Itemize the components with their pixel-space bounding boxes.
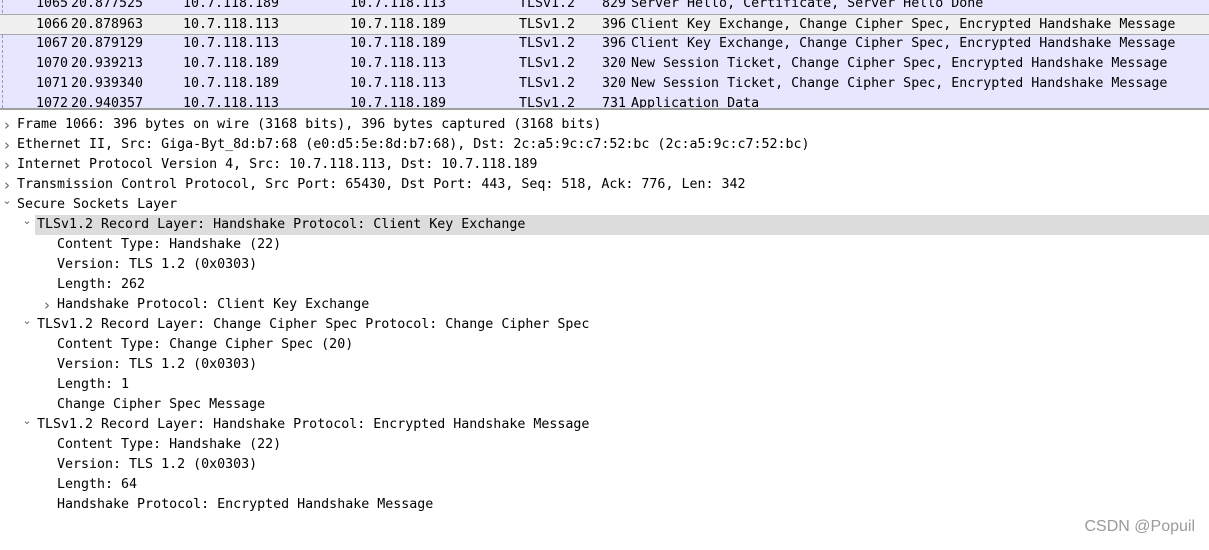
detail-text: Version: TLS 1.2 (0x0303) [57, 357, 258, 372]
detail-row[interactable]: ⌄ TLSv1.2 Record Layer: Handshake Protoco… [0, 414, 1209, 435]
packet-proto: TLSv1.2 [519, 96, 576, 110]
detail-text: Handshake Protocol: Client Key Exchange [57, 297, 370, 312]
packet-proto: TLSv1.2 [519, 17, 576, 32]
detail-text: Ethernet II, Src: Giga-Byt_8d:b7:68 (e0:… [17, 137, 810, 152]
packet-src: 10.7.118.189 [183, 56, 280, 71]
detail-row[interactable]: ⌄ Secure Sockets Layer [0, 194, 1209, 215]
packet-src: 10.7.118.113 [183, 17, 280, 32]
packet-len: 396 [601, 36, 626, 51]
packet-no: 1071 [35, 76, 68, 91]
packet-no: 1067 [35, 36, 68, 51]
chevron-right-icon[interactable]: › [1, 155, 13, 175]
detail-text: TLSv1.2 Record Layer: Change Cipher Spec… [37, 317, 590, 332]
packet-dst: 10.7.118.189 [350, 96, 447, 110]
detail-text: Secure Sockets Layer [17, 197, 178, 212]
packet-src: 10.7.118.113 [183, 96, 280, 110]
packet-info: Server Hello, Certificate, Server Hello … [631, 0, 984, 11]
packet-info: New Session Ticket, Change Cipher Spec, … [631, 76, 1168, 91]
detail-text: TLSv1.2 Record Layer: Handshake Protocol… [37, 217, 526, 232]
chevron-right-icon[interactable]: › [1, 135, 13, 155]
detail-row[interactable]: ⌄ TLSv1.2 Record Layer: Change Cipher Spe… [0, 314, 1209, 335]
packet-len: 731 [601, 96, 626, 110]
packet-no: 1072 [35, 96, 68, 110]
packet-info: Client Key Exchange, Change Cipher Spec,… [631, 17, 1176, 32]
chevron-right-icon[interactable]: › [41, 295, 53, 315]
packet-proto: TLSv1.2 [519, 56, 576, 71]
packet-info: Application Data [631, 96, 760, 110]
detail-text: Content Type: Handshake (22) [57, 437, 282, 452]
detail-row[interactable]: Handshake Protocol: Encrypted Handshake … [0, 495, 1209, 515]
detail-text: Change Cipher Spec Message [57, 397, 266, 412]
detail-row[interactable]: › Frame 1066: 396 bytes on wire (3168 bit… [0, 115, 1209, 135]
detail-text: Transmission Control Protocol, Src Port:… [17, 177, 746, 192]
packet-list[interactable]: 1065 20.877525 10.7.118.189 10.7.118.113 TLS… [0, 0, 1209, 110]
packet-proto: TLSv1.2 [519, 0, 576, 11]
packet-dst: 10.7.118.189 [350, 36, 447, 51]
chevron-down-icon[interactable]: ⌄ [21, 311, 33, 331]
detail-row[interactable]: › Ethernet II, Src: Giga-Byt_8d:b7:68 (e0… [0, 135, 1209, 155]
detail-text: Internet Protocol Version 4, Src: 10.7.1… [17, 157, 538, 172]
detail-text: Length: 64 [57, 477, 138, 492]
detail-row[interactable]: › Transmission Control Protocol, Src Port… [0, 175, 1209, 195]
detail-row[interactable]: › Internet Protocol Version 4, Src: 10.7.… [0, 155, 1209, 175]
packet-time: 20.877525 [71, 0, 144, 11]
packet-len: 829 [601, 0, 626, 11]
detail-text: Content Type: Handshake (22) [57, 237, 282, 252]
packet-row[interactable]: 1070 20.939213 10.7.118.189 10.7.118.113 TLS… [0, 54, 1209, 74]
packet-no: 1066 [35, 17, 68, 32]
detail-text: Length: 1 [57, 377, 130, 392]
packet-src: 10.7.118.113 [183, 36, 280, 51]
packet-time: 20.940357 [71, 96, 144, 110]
packet-row[interactable]: 1067 20.879129 10.7.118.113 10.7.118.189 TLS… [0, 34, 1209, 54]
detail-row[interactable]: Length: 262 [0, 275, 1209, 295]
chevron-right-icon[interactable]: › [1, 115, 13, 135]
packet-time: 20.939340 [71, 76, 144, 91]
detail-row[interactable]: Length: 64 [0, 475, 1209, 495]
chevron-down-icon[interactable]: ⌄ [21, 211, 33, 231]
detail-row[interactable]: Change Cipher Spec Message [0, 395, 1209, 415]
chevron-down-icon[interactable]: ⌄ [1, 191, 13, 211]
packet-details[interactable]: › Frame 1066: 396 bytes on wire (3168 bit… [0, 115, 1209, 515]
packet-len: 396 [601, 17, 626, 32]
detail-row[interactable]: Content Type: Change Cipher Spec (20) [0, 335, 1209, 355]
detail-text: Content Type: Change Cipher Spec (20) [57, 337, 354, 352]
detail-row[interactable]: Content Type: Handshake (22) [0, 235, 1209, 255]
watermark: CSDN @Popuil [1084, 518, 1196, 535]
packet-no: 1070 [35, 56, 68, 71]
detail-text: TLSv1.2 Record Layer: Handshake Protocol… [37, 417, 590, 432]
packet-time: 20.878963 [71, 17, 144, 32]
packet-row[interactable]: 1066 20.878963 10.7.118.113 10.7.118.189 TLS… [0, 14, 1209, 35]
packet-time: 20.939213 [71, 56, 144, 71]
detail-row[interactable]: Version: TLS 1.2 (0x0303) [0, 455, 1209, 475]
detail-row[interactable]: Length: 1 [0, 375, 1209, 395]
packet-src: 10.7.118.189 [183, 76, 280, 91]
detail-text: Handshake Protocol: Encrypted Handshake … [57, 497, 434, 512]
packet-len: 320 [601, 76, 626, 91]
packet-dst: 10.7.118.113 [350, 76, 447, 91]
packet-row[interactable]: 1072 20.940357 10.7.118.113 10.7.118.189 TLS… [0, 94, 1209, 110]
chevron-down-icon[interactable]: ⌄ [21, 411, 33, 431]
packet-row[interactable]: 1071 20.939340 10.7.118.189 10.7.118.113 TLS… [0, 74, 1209, 94]
packet-info: New Session Ticket, Change Cipher Spec, … [631, 56, 1168, 71]
packet-info: Client Key Exchange, Change Cipher Spec,… [631, 36, 1176, 51]
packet-len: 320 [601, 56, 626, 71]
detail-row[interactable]: › Handshake Protocol: Client Key Exchange [0, 295, 1209, 315]
packet-row[interactable]: 1065 20.877525 10.7.118.189 10.7.118.113 TLS… [0, 0, 1209, 14]
detail-row[interactable]: Version: TLS 1.2 (0x0303) [0, 255, 1209, 275]
packet-dst: 10.7.118.113 [350, 56, 447, 71]
packet-proto: TLSv1.2 [519, 36, 576, 51]
detail-text: Frame 1066: 396 bytes on wire (3168 bits… [17, 117, 602, 132]
packet-time: 20.879129 [71, 36, 144, 51]
detail-row[interactable]: Content Type: Handshake (22) [0, 435, 1209, 455]
packet-no: 1065 [35, 0, 68, 11]
packet-src: 10.7.118.189 [183, 0, 280, 11]
detail-text: Length: 262 [57, 277, 146, 292]
detail-row[interactable]: Version: TLS 1.2 (0x0303) [0, 355, 1209, 375]
packet-dst: 10.7.118.189 [350, 17, 447, 32]
detail-row[interactable]: ⌄ TLSv1.2 Record Layer: Handshake Protoco… [0, 214, 1209, 235]
packet-proto: TLSv1.2 [519, 76, 576, 91]
packet-dst: 10.7.118.113 [350, 0, 447, 11]
detail-text: Version: TLS 1.2 (0x0303) [57, 257, 258, 272]
detail-text: Version: TLS 1.2 (0x0303) [57, 457, 258, 472]
